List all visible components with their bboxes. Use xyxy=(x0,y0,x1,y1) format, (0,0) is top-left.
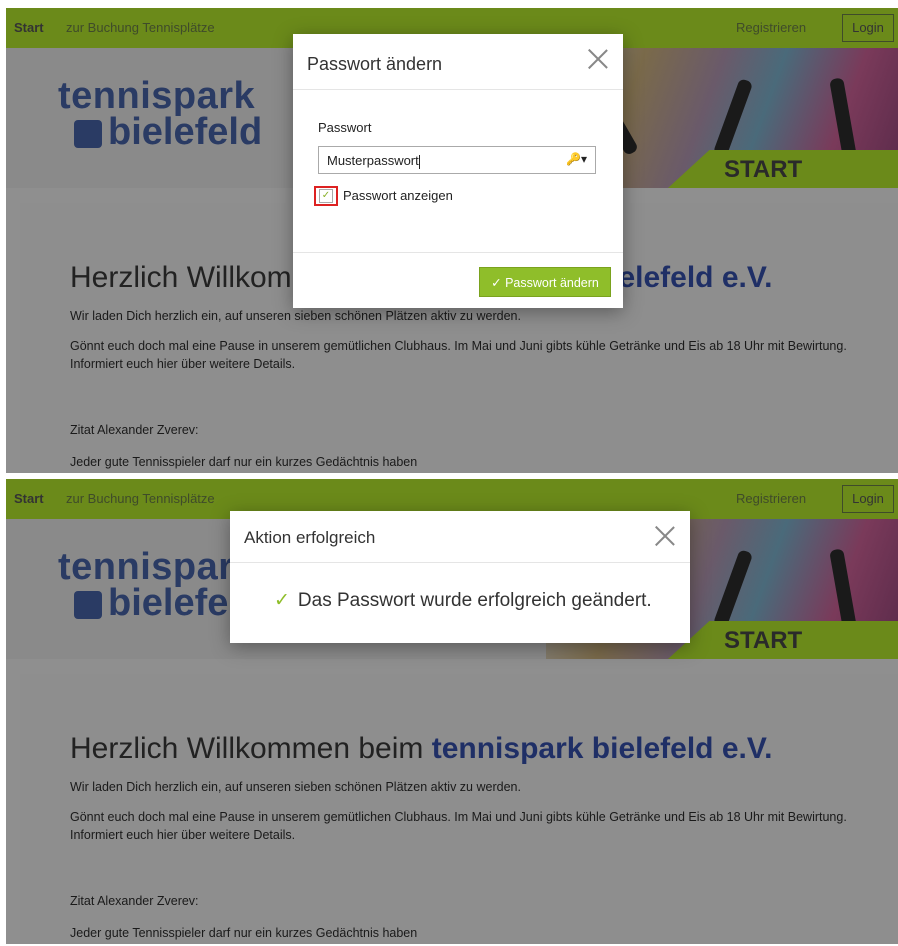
intro-text: Wir laden Dich herzlich ein, auf unseren… xyxy=(70,780,521,794)
change-password-button[interactable]: ✓ Passwort ändern xyxy=(479,267,611,297)
nav-start-link[interactable]: Start xyxy=(14,20,44,35)
close-icon[interactable] xyxy=(654,525,676,547)
banner-start-label: START xyxy=(668,621,898,659)
success-modal: Aktion erfolgreich ✓ Das Passwort wurde e… xyxy=(230,511,690,643)
site-logo[interactable]: tennispark bielefeld xyxy=(58,77,262,151)
show-password-checkbox[interactable]: ✓ xyxy=(314,186,338,206)
logo-mark-icon xyxy=(74,590,102,619)
clubhouse-text: Gönnt euch doch mal eine Pause in unsere… xyxy=(70,810,847,824)
nav-login-button[interactable]: Login xyxy=(842,485,894,513)
check-icon: ✓ xyxy=(274,590,290,611)
page-heading: Herzlich Willkommen beim tennispark biel… xyxy=(70,732,773,765)
details-link[interactable]: Informiert euch hier über weitere Detail… xyxy=(70,355,850,373)
logo-mark-icon xyxy=(74,119,102,148)
intro-text: Wir laden Dich herzlich ein, auf unseren… xyxy=(70,309,521,323)
details-link[interactable]: Informiert euch hier über weitere Detail… xyxy=(70,826,850,844)
player-silhouette xyxy=(829,548,857,630)
main-content: Herzlich Willkommen beim tennispark biel… xyxy=(20,674,898,944)
player-silhouette xyxy=(829,77,857,159)
nav-register-link[interactable]: Registrieren xyxy=(736,20,806,35)
key-dropdown-icon[interactable]: 🔑▾ xyxy=(566,152,587,166)
screenshot-change-password: Start zur Buchung Tennisplätze Registrie… xyxy=(6,8,898,473)
show-password-label[interactable]: Passwort anzeigen xyxy=(343,188,453,203)
clubhouse-text: Gönnt euch doch mal eine Pause in unsere… xyxy=(70,339,847,353)
modal-header: Passwort ändern xyxy=(293,34,623,90)
screenshot-success: Start zur Buchung Tennisplätze Registrie… xyxy=(6,479,898,944)
player-silhouette xyxy=(712,549,754,629)
quote-author: Zitat Alexander Zverev: xyxy=(70,423,199,437)
change-password-modal: Passwort ändern Passwort Musterpasswort … xyxy=(293,34,623,308)
quote-text: Jeder gute Tennisspieler darf nur ein ku… xyxy=(70,926,418,940)
modal-title: Aktion erfolgreich xyxy=(244,528,376,547)
checkmark-icon: ✓ xyxy=(319,189,333,203)
modal-header: Aktion erfolgreich xyxy=(230,511,690,563)
nav-booking-link[interactable]: zur Buchung Tennisplätze xyxy=(66,20,215,35)
success-message: ✓ Das Passwort wurde erfolgreich geändert… xyxy=(274,590,652,611)
nav-login-button[interactable]: Login xyxy=(842,14,894,42)
nav-booking-link[interactable]: zur Buchung Tennisplätze xyxy=(66,491,215,506)
nav-register-link[interactable]: Registrieren xyxy=(736,491,806,506)
quote-text: Jeder gute Tennisspieler darf nur ein ku… xyxy=(70,455,418,469)
close-icon[interactable] xyxy=(587,48,609,70)
player-silhouette xyxy=(712,78,754,158)
modal-footer: ✓ Passwort ändern xyxy=(293,252,623,308)
quote-author: Zitat Alexander Zverev: xyxy=(70,894,199,908)
password-label: Passwort xyxy=(318,120,372,135)
nav-start-link[interactable]: Start xyxy=(14,491,44,506)
modal-title: Passwort ändern xyxy=(307,54,443,74)
banner-start-label: START xyxy=(668,150,898,188)
caption-strip xyxy=(0,0,898,8)
password-input[interactable]: Musterpasswort 🔑▾ xyxy=(318,146,596,174)
